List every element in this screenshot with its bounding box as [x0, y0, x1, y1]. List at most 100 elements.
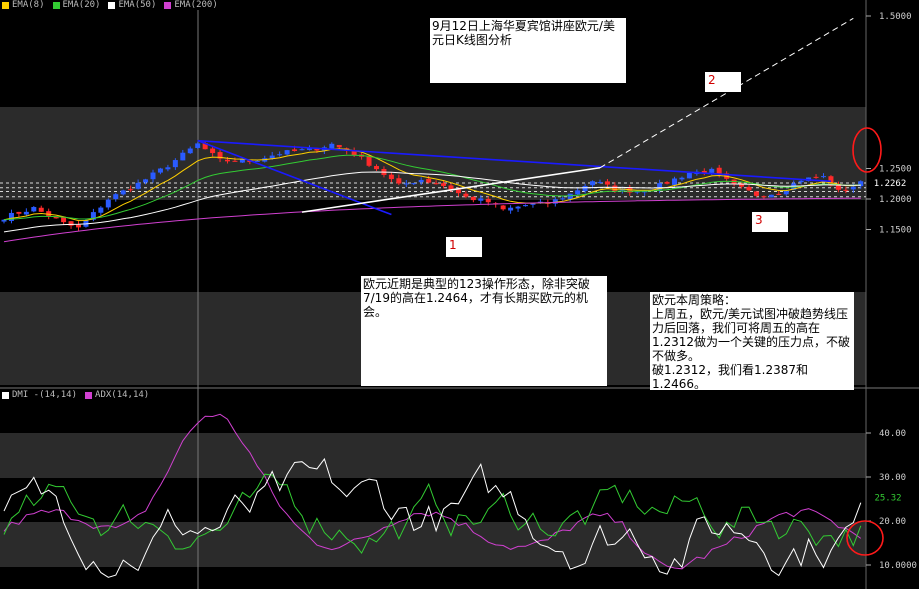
last-price-label: 1.2262 [874, 179, 907, 189]
candle-body [850, 186, 856, 190]
candle-body [180, 152, 186, 161]
candle-body [105, 199, 111, 208]
candle-body [113, 194, 119, 200]
candle-body [590, 181, 596, 186]
point-3-label: 3 [752, 212, 788, 232]
price-band-upper [0, 107, 866, 200]
indicator-legend: DMI -(14,14) ADX(14,14) [2, 390, 157, 401]
candle-body [612, 185, 618, 192]
candle-body [575, 190, 581, 195]
candle-body [128, 189, 134, 191]
candle-body [299, 149, 305, 151]
candle-body [143, 179, 149, 183]
candle-body [31, 207, 37, 212]
candle-body [157, 168, 163, 173]
candle-body [560, 198, 566, 200]
candle-body [746, 186, 752, 191]
candle-body [98, 207, 104, 213]
candle-body [604, 181, 610, 185]
candle-body [567, 193, 573, 200]
candle-body [254, 160, 260, 162]
candle-body [225, 159, 230, 162]
candle-body [470, 196, 476, 201]
candle-body [508, 207, 514, 211]
candle-body [388, 174, 394, 180]
candle-body [530, 203, 536, 205]
candle-body [672, 178, 677, 185]
candle-body [329, 143, 335, 149]
price-tick-label-1: 1.2500 [879, 165, 912, 175]
candle-body [813, 176, 819, 178]
candle-body [716, 167, 722, 174]
ema200-line [3, 197, 861, 243]
candle-body [396, 178, 402, 184]
candle-body [150, 172, 156, 180]
strategy-note: 欧元本周策略： 上周五，欧元/美元试图冲破趋势线压力后回落，我们可将周五的高在1… [650, 292, 854, 391]
candle-body [798, 180, 804, 183]
candle-body [16, 211, 22, 214]
candle-body [433, 183, 439, 185]
candle-body [500, 205, 506, 210]
point-2-label: 2 [705, 72, 741, 92]
legend-ema20: EMA(20) [52, 0, 100, 11]
candle-body [232, 160, 238, 162]
candle-body [523, 205, 528, 207]
indicator-band-upper [0, 433, 866, 478]
candle-body [821, 176, 826, 178]
candle-body [284, 150, 290, 155]
indicator-last-label: 25.32 [874, 494, 901, 504]
candle-body [709, 168, 715, 173]
point-1-label: 1 [446, 237, 482, 257]
candle-body [664, 182, 670, 184]
candle-body [366, 156, 372, 166]
candle-body [582, 186, 588, 192]
candle-body [38, 207, 44, 212]
candle-body [761, 196, 767, 198]
candle-body [76, 224, 81, 228]
price-tick-label-3: 1.1500 [879, 226, 912, 236]
legend-ema8: EMA(8) [2, 0, 45, 11]
candle-body [843, 189, 849, 191]
indicator-tick-label-2: 20.00 [879, 517, 906, 527]
candle-body [195, 143, 201, 148]
legend-ema200: EMA(200) [164, 0, 218, 11]
candle-body [597, 182, 603, 184]
price-tick-label-0: 1.5000 [879, 12, 912, 22]
candle-body [135, 182, 141, 189]
candle-body [269, 155, 275, 159]
candle-body [8, 212, 14, 221]
candle-body [768, 194, 774, 198]
candle-body [172, 160, 178, 168]
legend-dmi-minus: DMI -(14,14) [2, 390, 77, 401]
chart-window: 1.5000 1.2500 1.2000 1.1500 40.00 30.00 20.00 1… [0, 0, 919, 589]
candle-body [411, 183, 417, 185]
candle-body [61, 217, 67, 223]
candle-body [426, 178, 432, 183]
candle-body [239, 159, 245, 163]
candle-body [515, 206, 521, 209]
candle-body [23, 211, 29, 215]
candle-body [753, 191, 759, 196]
candle-body [679, 177, 685, 180]
candle-body [187, 148, 193, 154]
candle-body [336, 145, 342, 148]
legend-ema50: EMA(50) [108, 0, 156, 11]
candle-body [783, 190, 789, 195]
candle-body [455, 189, 461, 194]
candle-body [485, 198, 491, 203]
candle-body [463, 193, 469, 197]
candle-body [374, 166, 379, 170]
candle-body [776, 193, 782, 195]
candle-body [441, 183, 447, 186]
candle-body [120, 190, 126, 195]
indicator-band-lower [0, 522, 866, 567]
candle-body [292, 149, 298, 152]
candle-body [277, 154, 283, 156]
candle-body [210, 148, 216, 154]
pattern-note: 欧元近期是典型的123操作形态，除非突破7/19的高在1.2464，才有长期买欧… [361, 276, 607, 386]
indicator-tick-label-3: 10.0000 [879, 561, 917, 571]
price-tick-label-2: 1.2000 [879, 195, 912, 205]
indicator-tick-label-0: 40.00 [879, 429, 906, 439]
indicator-tick-label-1: 30.00 [879, 473, 906, 483]
candle-body [68, 221, 74, 226]
